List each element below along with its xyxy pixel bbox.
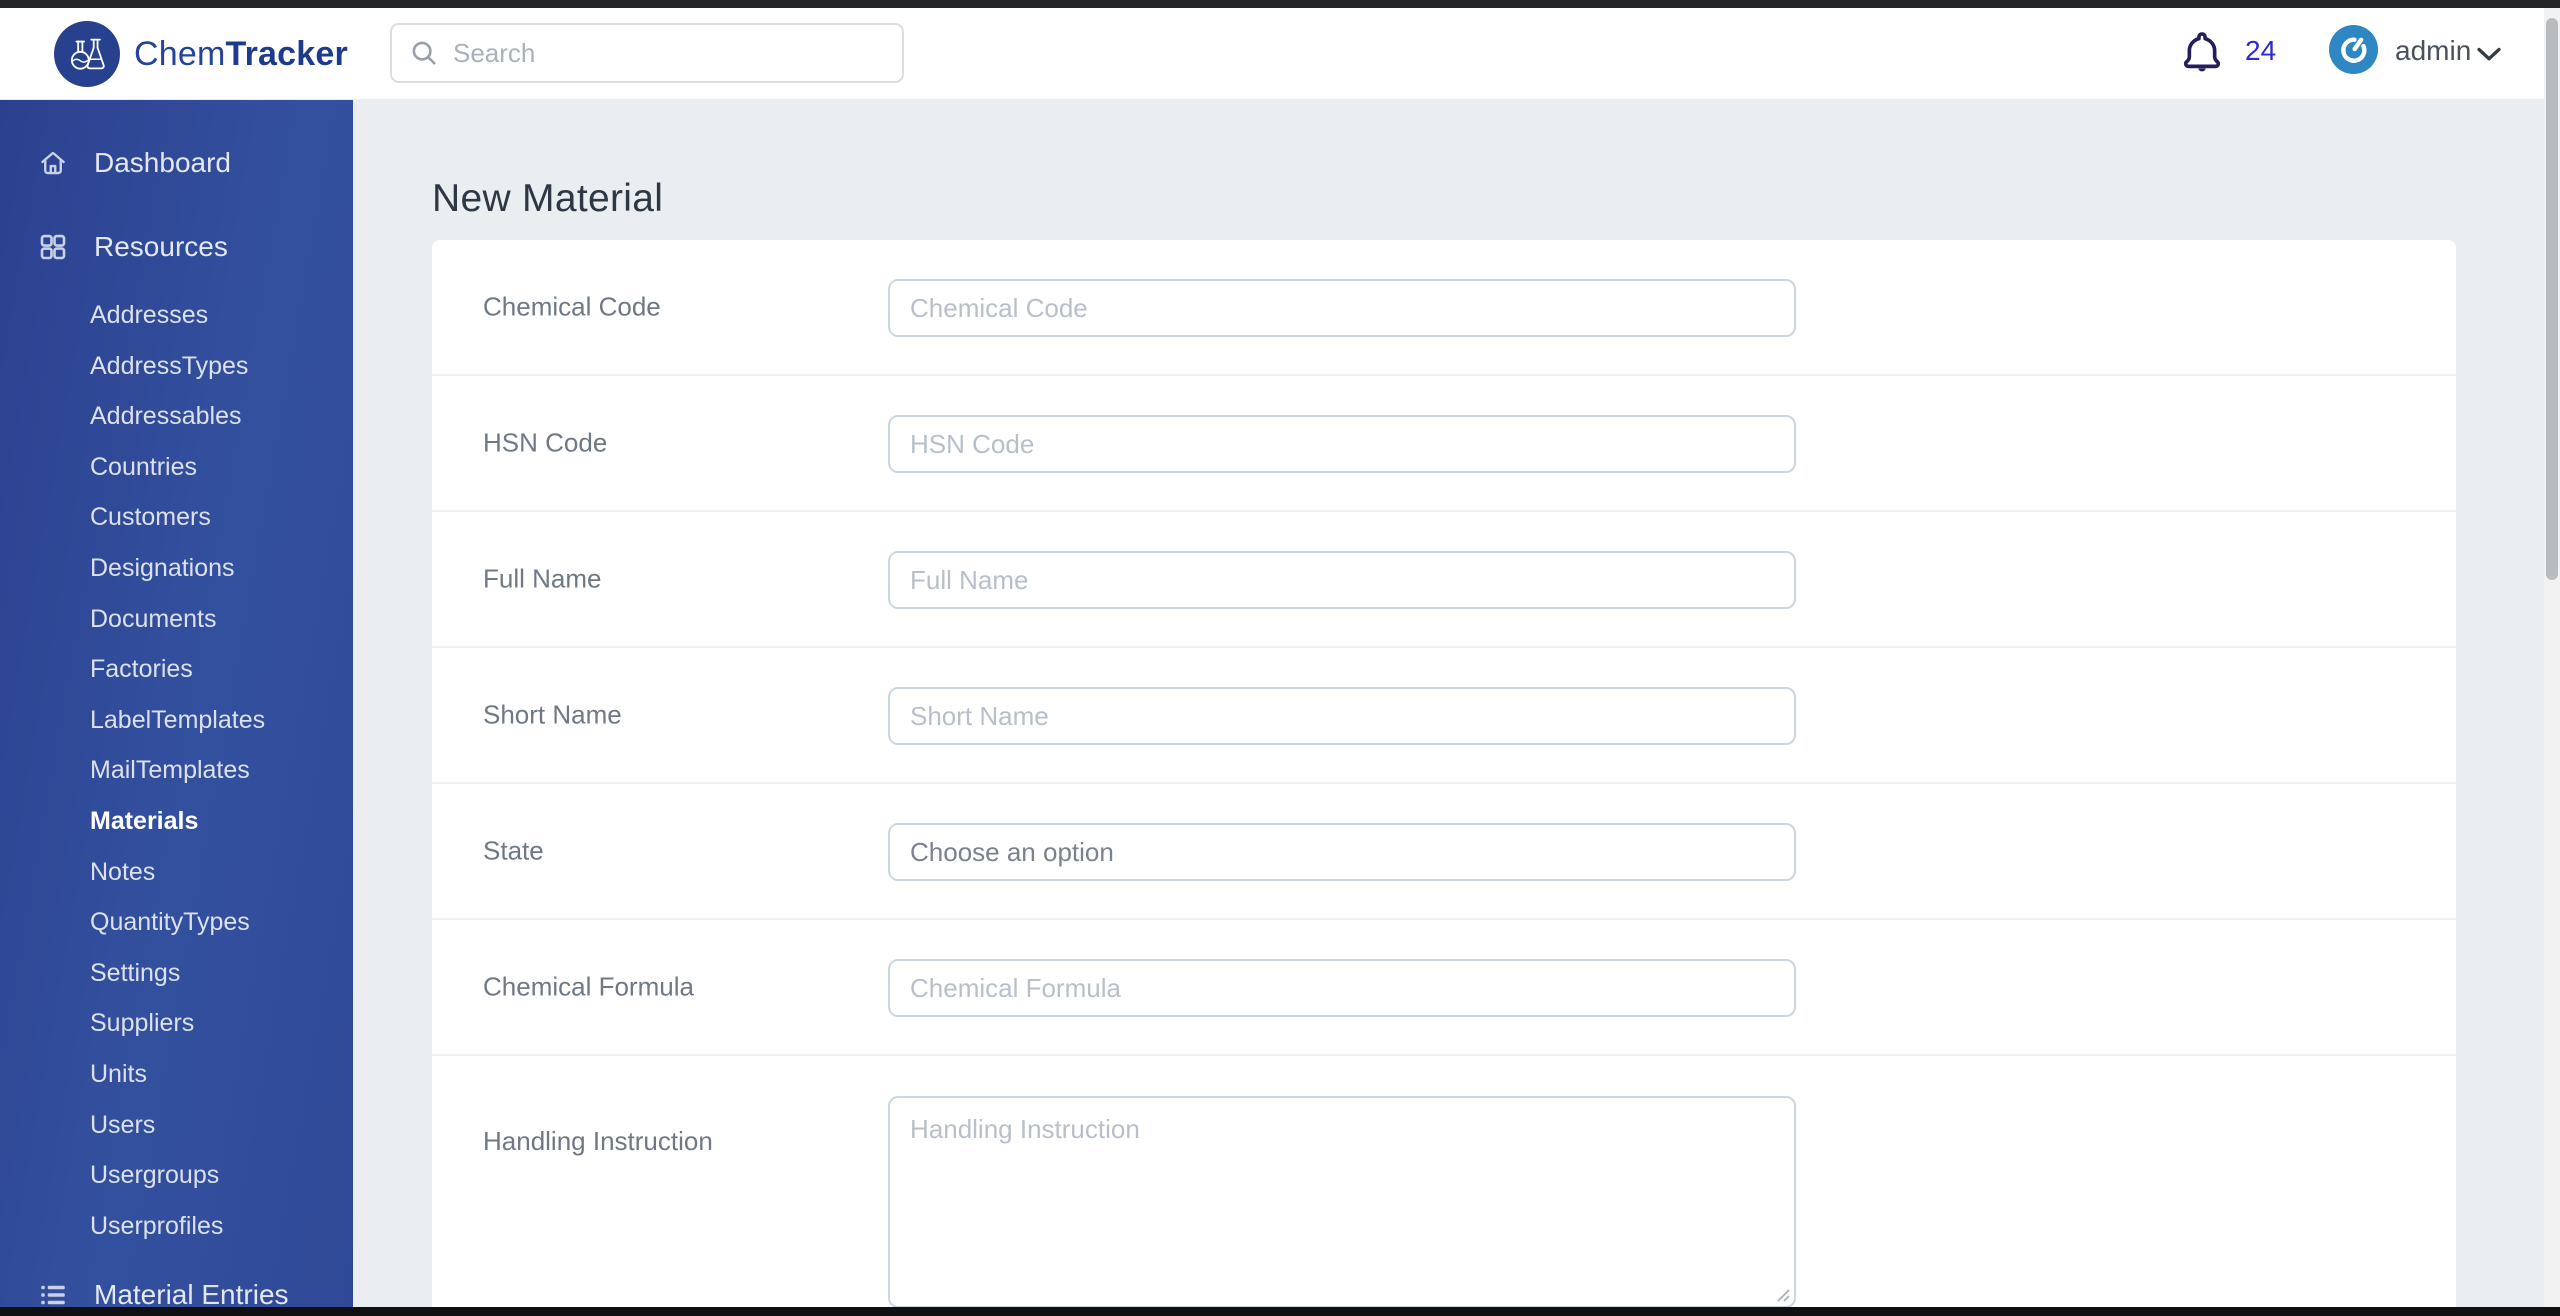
- global-search: [390, 23, 904, 83]
- sidebar-link-settings[interactable]: Settings: [0, 948, 353, 999]
- field-control: [888, 551, 1796, 609]
- sidebar: Dashboard Resources Addresses AddressType…: [0, 100, 353, 1316]
- sidebar-item-resources[interactable]: Resources: [0, 222, 353, 272]
- sidebar-link-addresses[interactable]: Addresses: [0, 290, 353, 341]
- brand-regular: Chem: [134, 34, 226, 73]
- chemical-code-input[interactable]: [888, 279, 1796, 337]
- grid-icon: [38, 232, 68, 262]
- app-header: ChemTracker 24 admin: [0, 8, 2560, 100]
- field-control: Choose an option: [888, 823, 1796, 881]
- flasks-logo-icon: [54, 21, 120, 87]
- search-input[interactable]: [439, 37, 859, 69]
- handling-instruction-textarea[interactable]: [888, 1096, 1796, 1308]
- list-icon: [38, 1280, 68, 1310]
- form-row: Short Name: [432, 648, 2456, 784]
- field-label: Chemical Formula: [483, 971, 694, 1002]
- sidebar-link-usergroups[interactable]: Usergroups: [0, 1150, 353, 1201]
- sidebar-link-mailtemplates[interactable]: MailTemplates: [0, 745, 353, 796]
- main-content: New Material Chemical Code HSN Code Full N…: [353, 100, 2560, 1316]
- username-label[interactable]: admin: [2395, 35, 2471, 67]
- sidebar-link-addressables[interactable]: Addressables: [0, 391, 353, 442]
- sidebar-resource-links: Addresses AddressTypes Addressables Countri…: [0, 290, 353, 1251]
- sidebar-link-countries[interactable]: Countries: [0, 442, 353, 493]
- notifications-bell-icon[interactable]: [2178, 26, 2226, 80]
- field-label: Full Name: [483, 563, 602, 594]
- sidebar-link-suppliers[interactable]: Suppliers: [0, 998, 353, 1049]
- sidebar-link-userprofiles[interactable]: Userprofiles: [0, 1201, 353, 1252]
- field-control: [888, 687, 1796, 745]
- field-control: [888, 279, 1796, 337]
- user-avatar[interactable]: [2329, 25, 2378, 74]
- page-title: New Material: [432, 177, 664, 220]
- brand-name: ChemTracker: [134, 35, 348, 74]
- hsn-code-input[interactable]: [888, 415, 1796, 473]
- chevron-down-icon[interactable]: [2476, 47, 2502, 62]
- chemical-formula-input[interactable]: [888, 959, 1796, 1017]
- sidebar-item-dashboard[interactable]: Dashboard: [0, 138, 353, 188]
- form-row: Chemical Formula: [432, 920, 2456, 1056]
- brand-logo[interactable]: ChemTracker: [54, 8, 348, 100]
- sidebar-link-designations[interactable]: Designations: [0, 543, 353, 594]
- sidebar-link-materials[interactable]: Materials: [0, 796, 353, 847]
- form-row: Chemical Code: [432, 240, 2456, 376]
- sidebar-link-factories[interactable]: Factories: [0, 644, 353, 695]
- field-label: State: [483, 835, 544, 866]
- form-row: HSN Code: [432, 376, 2456, 512]
- field-control: [888, 1096, 1796, 1308]
- form-row: Full Name: [432, 512, 2456, 648]
- field-label: Handling Instruction: [483, 1126, 713, 1156]
- sidebar-link-units[interactable]: Units: [0, 1049, 353, 1100]
- new-material-form-card: Chemical Code HSN Code Full Name Short Name…: [432, 240, 2456, 1316]
- sidebar-link-addresstypes[interactable]: AddressTypes: [0, 341, 353, 392]
- sidebar-link-documents[interactable]: Documents: [0, 594, 353, 645]
- sidebar-item-label: Resources: [94, 231, 228, 262]
- field-label: HSN Code: [483, 427, 608, 458]
- sidebar-link-labeltemplates[interactable]: LabelTemplates: [0, 695, 353, 746]
- home-icon: [38, 148, 68, 178]
- sidebar-link-notes[interactable]: Notes: [0, 847, 353, 898]
- form-rows: Chemical Code HSN Code Full Name Short Name…: [432, 240, 2456, 1308]
- sidebar-item-label: Dashboard: [94, 147, 231, 178]
- field-label: Chemical Code: [483, 291, 661, 322]
- vertical-scrollbar[interactable]: [2544, 8, 2560, 1316]
- short-name-input[interactable]: [888, 687, 1796, 745]
- scrollbar-thumb[interactable]: [2546, 18, 2558, 580]
- sidebar-link-users[interactable]: Users: [0, 1100, 353, 1151]
- window-edge-bottom: [0, 1307, 2560, 1316]
- brand-bold: Tracker: [225, 34, 348, 73]
- form-row: Handling Instruction: [432, 1056, 2456, 1308]
- state-select[interactable]: Choose an option: [888, 823, 1796, 881]
- search-icon: [412, 41, 436, 65]
- sidebar-link-customers[interactable]: Customers: [0, 492, 353, 543]
- power-button-icon: [2340, 37, 2366, 63]
- field-control: [888, 959, 1796, 1017]
- field-label: Short Name: [483, 699, 622, 730]
- full-name-input[interactable]: [888, 551, 1796, 609]
- form-row: State Choose an option: [432, 784, 2456, 920]
- field-control: [888, 415, 1796, 473]
- window-edge-top: [0, 0, 2560, 8]
- notification-count-badge[interactable]: 24: [2245, 35, 2276, 67]
- sidebar-link-quantitytypes[interactable]: QuantityTypes: [0, 897, 353, 948]
